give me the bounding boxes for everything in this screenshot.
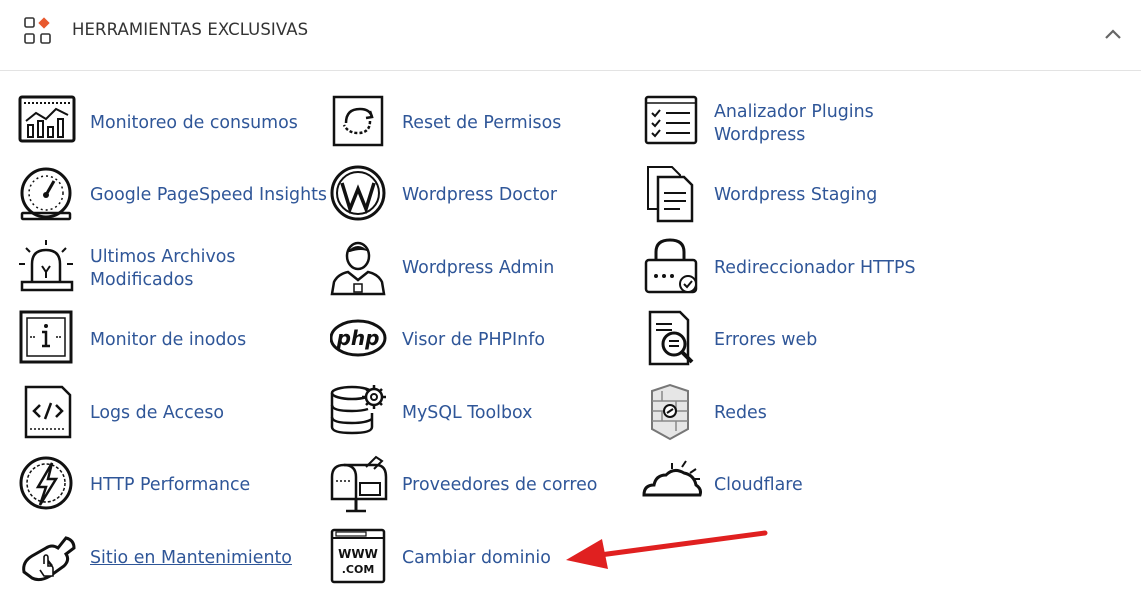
tool-label: Google PageSpeed Insights [90, 185, 327, 205]
tool-monitor-inodos[interactable]: Monitor de inodos [18, 310, 308, 374]
tool-ultimos-archivos[interactable]: Ultimos Archivos Modificados [18, 238, 308, 302]
mailbox-icon [330, 455, 388, 513]
tool-label: Cloudflare [714, 475, 803, 495]
inode-monitor-icon [19, 310, 73, 364]
alarm-light-icon [19, 240, 74, 292]
usage-chart-icon [18, 95, 76, 143]
tool-cloudflare[interactable]: Cloudflare [642, 455, 932, 519]
php-icon: php [330, 319, 387, 357]
tool-reset-permisos[interactable]: Reset de Permisos [330, 93, 620, 157]
wordpress-icon [330, 165, 386, 221]
tool-label: Errores web [714, 330, 818, 350]
tool-label: Logs de Acceso [90, 403, 225, 423]
tool-mysql-toolbox[interactable]: MySQL Toolbox [330, 383, 620, 447]
tool-label: Monitoreo de consumos [90, 113, 298, 133]
checklist-icon [644, 95, 698, 145]
tool-label: HTTP Performance [90, 475, 251, 495]
lightning-icon [19, 456, 73, 510]
tool-label: Analizador Plugins Wordpress [714, 102, 874, 145]
tool-sitio-mantenimiento[interactable]: Sitio en Mantenimiento [18, 528, 308, 592]
tool-analizador-plugins[interactable]: Analizador Plugins Wordpress [642, 93, 932, 157]
tool-visor-phpinfo[interactable]: php Visor de PHPInfo [330, 310, 620, 374]
apps-grid-icon [24, 17, 51, 44]
tool-label: Monitor de inodos [90, 330, 247, 350]
tool-label: Proveedores de correo [402, 475, 598, 495]
svg-text:WWW: WWW [338, 547, 378, 561]
tool-proveedores-correo[interactable]: Proveedores de correo [330, 455, 620, 519]
tool-logs-acceso[interactable]: Logs de Acceso [18, 383, 308, 447]
tool-label: Wordpress Admin [402, 258, 555, 278]
tool-wordpress-doctor[interactable]: Wordpress Doctor [330, 165, 620, 229]
admin-user-icon [330, 241, 386, 296]
tool-label: Wordpress Doctor [402, 185, 558, 205]
firewall-icon [651, 383, 689, 441]
cloud-icon [642, 460, 702, 497]
tool-redes[interactable]: Redes [642, 383, 932, 447]
file-search-icon [648, 310, 694, 366]
tool-wordpress-admin[interactable]: Wordpress Admin [330, 238, 620, 302]
tool-label: Ultimos Archivos Modificados [90, 247, 236, 290]
speedometer-icon [20, 167, 72, 221]
documents-icon [647, 166, 694, 223]
tool-label: MySQL Toolbox [402, 403, 533, 423]
tool-http-performance[interactable]: HTTP Performance [18, 455, 308, 519]
tool-label: Reset de Permisos [402, 113, 562, 133]
chevron-up-icon[interactable] [1101, 24, 1125, 44]
tool-label: Sitio en Mantenimiento [90, 548, 292, 568]
svg-text:php: php [336, 326, 380, 350]
tool-label: Wordpress Staging [714, 185, 878, 205]
padlock-check-icon [644, 238, 698, 294]
database-gear-icon [330, 385, 386, 435]
reset-icon [332, 95, 384, 147]
svg-text:.COM: .COM [342, 563, 375, 576]
tool-label: Visor de PHPInfo [402, 330, 545, 350]
tool-errores-web[interactable]: Errores web [642, 310, 932, 374]
tool-label: Redireccionador HTTPS [714, 258, 916, 278]
section-title: HERRAMIENTAS EXCLUSIVAS [72, 20, 309, 39]
tool-wordpress-staging[interactable]: Wordpress Staging [642, 165, 932, 229]
tool-google-pagespeed[interactable]: Google PageSpeed Insights [18, 165, 327, 229]
maintenance-wrench-icon [22, 536, 76, 582]
tool-label: Cambiar dominio [402, 548, 551, 568]
tool-monitoreo-consumos[interactable]: Monitoreo de consumos [18, 93, 308, 157]
tool-redireccionador-https[interactable]: Redireccionador HTTPS [642, 238, 932, 302]
red-arrow-annotation [566, 530, 768, 569]
www-browser-icon: WWW .COM [330, 528, 386, 584]
code-file-icon [24, 385, 72, 439]
tool-label: Redes [714, 403, 767, 423]
section-header[interactable]: HERRAMIENTAS EXCLUSIVAS [0, 0, 1141, 71]
